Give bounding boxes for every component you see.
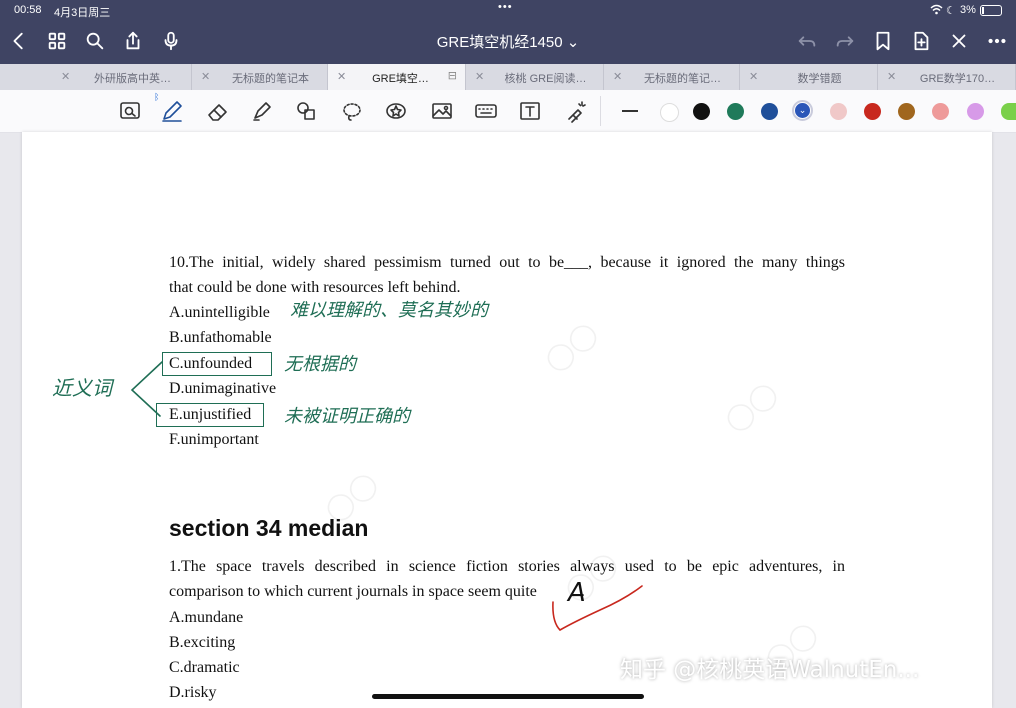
color-swatch-dark-blue[interactable] <box>761 103 778 120</box>
image-icon[interactable] <box>428 98 456 124</box>
wifi-icon <box>930 4 943 18</box>
tab-item[interactable]: ✕ 数学错题 <box>740 64 878 90</box>
question-1-text-line-1: 1.The space travels described in science… <box>169 558 845 575</box>
keyboard-icon[interactable] <box>472 98 500 124</box>
question-10-text-line-2: that could be done with resources left b… <box>169 279 461 296</box>
more-icon[interactable] <box>984 28 1010 54</box>
close-icon[interactable] <box>946 28 972 54</box>
color-swatch-blue-selected[interactable]: ⌄ <box>795 103 810 118</box>
question-1-text-line-2: comparison to which current journals in … <box>169 583 585 600</box>
color-swatch-green[interactable] <box>727 103 744 120</box>
tab-close-icon[interactable]: ✕ <box>201 70 210 83</box>
question-10-text-line-1: 10.The initial, widely shared pessimism … <box>169 254 845 271</box>
tab-close-icon[interactable]: ✕ <box>887 70 896 83</box>
tab-item[interactable]: ✕ 无标题的笔记本 <box>192 64 328 90</box>
annotation-synonym: 近义词 <box>52 376 112 400</box>
highlighter-icon[interactable] <box>248 98 276 124</box>
color-swatch-black[interactable] <box>693 103 710 120</box>
watermark-mark: ◯◯ <box>539 316 604 378</box>
tab-close-icon[interactable]: ✕ <box>749 70 758 83</box>
status-date: 4月3日周三 <box>54 7 111 19</box>
annotation-note-a: 难以理解的、莫名其妙的 <box>290 300 488 321</box>
section-heading: section 34 median <box>169 515 369 541</box>
split-view-icon[interactable]: ⊟ <box>448 69 457 82</box>
zoom-window-icon[interactable] <box>116 98 144 124</box>
tab-item[interactable]: ✕ GRE数学170… <box>878 64 1016 90</box>
tab-close-icon[interactable]: ✕ <box>613 70 622 83</box>
annotation-box-c <box>162 352 272 376</box>
watermark-mark: ◯◯ <box>719 376 784 438</box>
undo-icon[interactable] <box>794 28 820 54</box>
annotation-box-e <box>156 403 264 427</box>
annotation-note-c: 无根据的 <box>284 354 356 375</box>
add-page-icon[interactable] <box>908 28 934 54</box>
option-f: F.unimportant <box>169 431 259 448</box>
redo-icon[interactable] <box>832 28 858 54</box>
q1-option-c: C.dramatic <box>169 659 240 676</box>
bluetooth-icon: ᛒ <box>154 92 160 102</box>
drawing-toolbar: ᛒ ⌄ <box>0 90 1016 133</box>
laser-pointer-icon[interactable] <box>562 98 590 124</box>
eraser-icon[interactable] <box>204 98 232 124</box>
tab-item-active[interactable]: ✕ GRE填空… ⊟ <box>328 64 466 90</box>
sticker-icon[interactable] <box>382 98 410 124</box>
top-bar: 00:58 4月3日周三 ••• ☾ 3% GRE填空机经1450 ⌄ <box>0 0 1016 64</box>
tab-item[interactable]: ✕ 外研版高中英… <box>52 64 192 90</box>
tab-item[interactable]: ✕ 核桃 GRE阅读… <box>466 64 604 90</box>
annotation-bracket <box>130 361 163 417</box>
tab-close-icon[interactable]: ✕ <box>61 70 70 83</box>
multitask-dots-icon[interactable]: ••• <box>498 1 513 13</box>
color-swatch-lime[interactable] <box>1001 103 1016 120</box>
annotation-note-e: 未被证明正确的 <box>284 406 410 427</box>
text-box-icon[interactable] <box>516 98 544 124</box>
color-swatch-red[interactable] <box>864 103 881 120</box>
option-d: D.unimaginative <box>169 380 277 397</box>
battery-icon <box>980 5 1002 16</box>
color-swatch-lavender[interactable] <box>967 103 984 120</box>
stroke-width-icon[interactable] <box>622 110 638 112</box>
lasso-icon[interactable] <box>338 98 366 124</box>
pen-icon[interactable] <box>158 98 186 124</box>
bookmark-icon[interactable] <box>870 28 896 54</box>
color-swatch-salmon[interactable] <box>932 103 949 120</box>
status-time: 00:58 <box>14 4 42 16</box>
q1-option-a: A.mundane <box>169 609 244 626</box>
color-swatch-brown[interactable] <box>898 103 915 120</box>
annotation-red-check <box>552 585 643 631</box>
moon-icon: ☾ <box>946 5 956 17</box>
color-swatch-white[interactable] <box>660 103 679 122</box>
tab-item[interactable]: ✕ 无标题的笔记… <box>604 64 740 90</box>
battery-text: 3% <box>960 4 976 16</box>
shapes-icon[interactable] <box>292 98 320 124</box>
option-a: A.unintelligible <box>169 304 270 321</box>
color-swatch-pink[interactable] <box>830 103 847 120</box>
tab-bar: ✕ 外研版高中英… ✕ 无标题的笔记本 ✕ GRE填空… ⊟ ✕ 核桃 GRE阅读… ✕ 无… <box>0 64 1016 90</box>
option-b: B.unfathomable <box>169 329 272 346</box>
notebook-page[interactable]: ◯◯ ◯◯ ◯◯ ◯◯ ◯◯ 10.The initial, widely sh… <box>22 132 992 708</box>
home-indicator[interactable] <box>372 694 644 699</box>
q1-option-d: D.risky <box>169 684 217 701</box>
zhihu-watermark: 知乎 @核桃英语WalnutEn... <box>620 657 920 683</box>
tab-close-icon[interactable]: ✕ <box>337 70 346 83</box>
tab-close-icon[interactable]: ✕ <box>475 70 484 83</box>
q1-option-b: B.exciting <box>169 634 236 651</box>
document-title[interactable]: GRE填空机经1450 ⌄ <box>0 31 1016 52</box>
